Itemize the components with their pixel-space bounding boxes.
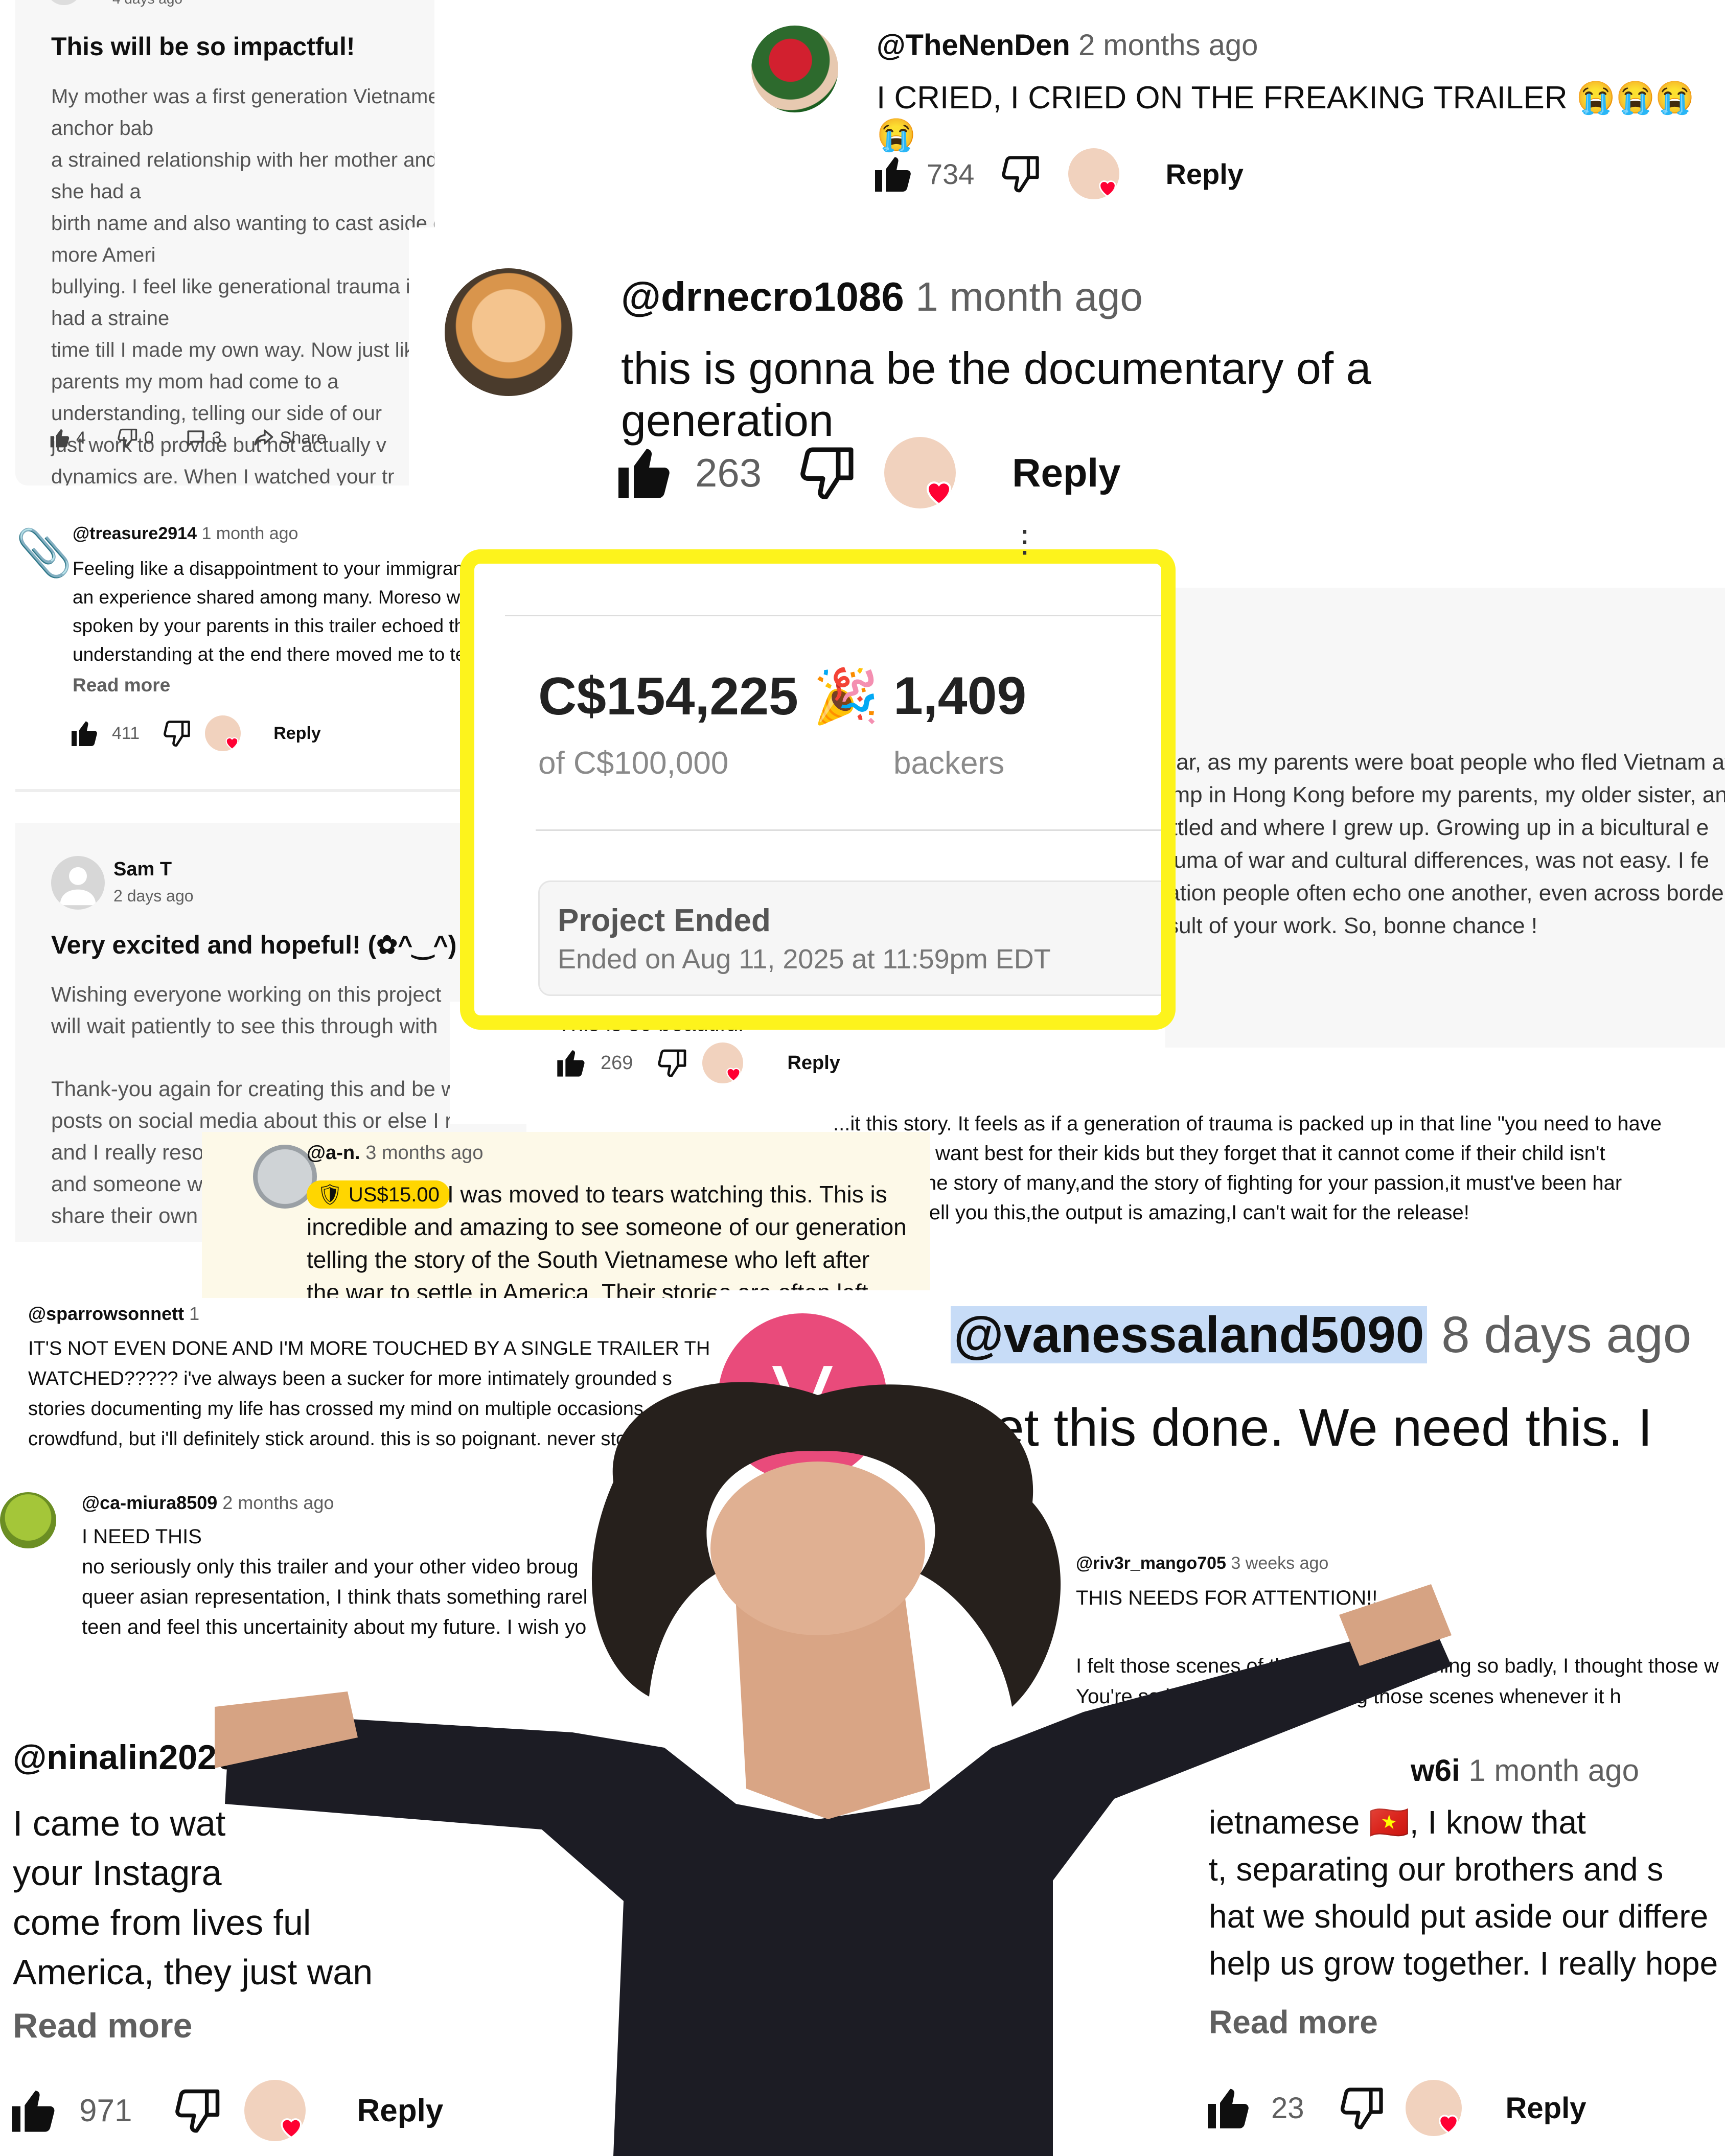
comment-author[interactable]: @ninalin2020 (13, 1737, 236, 1777)
heart-icon (1096, 176, 1119, 199)
like-count: 263 (695, 450, 762, 495)
comment-body: My mother was a first generation Vietnam… (51, 85, 434, 485)
comment-title: This will be so impactful! (51, 32, 355, 61)
thumbs-down-icon[interactable] (1000, 152, 1043, 195)
reply-button[interactable]: Reply (787, 1052, 840, 1074)
reply-button[interactable]: Reply (1012, 450, 1120, 496)
avatar (445, 268, 572, 396)
thumbs-down-icon (117, 427, 139, 449)
comment-card-trauma: ...it this story. It feels as if a gener… (797, 1104, 1725, 1247)
dislike-count: 0 (144, 428, 154, 448)
avatar (0, 1492, 56, 1548)
like-count: 4 (76, 428, 86, 448)
comment-title: Very excited and hopeful! (✿^‿^) (51, 931, 457, 959)
comment-time[interactable]: 8 days ago (1441, 1306, 1691, 1363)
share-label: Share (280, 428, 327, 448)
comment-time[interactable]: 1 (189, 1303, 199, 1324)
like-button[interactable]: 734 (871, 152, 974, 195)
creator-heart-avatar (702, 1042, 744, 1083)
comment-card-boat: milar, as my parents were boat people wh… (1124, 588, 1725, 1048)
paperclip-icon: 📎 (15, 528, 73, 579)
reply-button[interactable]: Reply (1165, 157, 1244, 191)
comment-author[interactable]: @a-n. (307, 1142, 360, 1164)
thumbs-up-icon (49, 427, 71, 449)
divider (505, 615, 1161, 616)
comment-author[interactable]: @ca-miura8509 (82, 1492, 217, 1513)
heart-icon (223, 734, 241, 751)
status-subtitle: Ended on Aug 11, 2025 at 11:59pm EDT (558, 944, 1051, 975)
share-icon (252, 427, 275, 449)
comment-time[interactable]: 1 month ago (915, 274, 1143, 319)
kickstarter-funding-panel: C$154,225 🎉 of C$100,000 1,409 backers P… (460, 549, 1176, 1030)
thumbs-up-icon[interactable] (555, 1047, 587, 1079)
comment-body: ...it this story. It feels as if a gener… (833, 1112, 1662, 1224)
thumbs-up-icon (613, 442, 675, 503)
comment-author[interactable]: @sparrowsonnett (28, 1303, 184, 1324)
like-count: 971 (79, 2093, 132, 2128)
comment-author[interactable]: @drnecro1086 (621, 274, 904, 319)
comment-time[interactable]: 1 month ago (201, 524, 298, 543)
creator-heart-avatar (884, 437, 956, 508)
comment-count: 3 (212, 428, 222, 448)
project-status-box: Project Ended Ended on Aug 11, 2025 at 1… (538, 880, 1161, 996)
creator-heart-avatar (205, 715, 241, 751)
comment-author[interactable]: @TheNenDen (877, 29, 1070, 62)
like-count: 411 (112, 723, 140, 743)
creator-heart-avatar (1068, 148, 1120, 199)
comment-body: milar, as my parents were boat people wh… (1147, 750, 1725, 938)
status-title: Project Ended (558, 903, 771, 938)
comment-card-drnecro: @drnecro1086 1 month ago this is gonna b… (409, 227, 1584, 534)
comment-time[interactable]: 1 month ago (1468, 1753, 1639, 1788)
comment-time[interactable]: 3 months ago (365, 1142, 483, 1164)
like-button[interactable]: 263 (613, 442, 762, 503)
thumbs-down-icon[interactable] (797, 442, 859, 503)
comment-card-thenenden: @TheNenDen 2 months ago I CRIED, I CRIED… (736, 0, 1725, 220)
comment-author[interactable]: @treasure2914 (73, 524, 197, 543)
heart-icon (724, 1064, 743, 1083)
like-button[interactable]: 4 (49, 427, 86, 449)
thumbs-down-icon[interactable] (162, 718, 193, 749)
avatar (751, 26, 838, 112)
funding-goal: of C$100,000 (538, 746, 729, 781)
comments-button[interactable]: 3 (185, 427, 222, 449)
comment-text: this is gonna be the documentary of a ge… (621, 343, 1371, 446)
like-count: 734 (927, 157, 975, 190)
reply-button[interactable]: Reply (273, 724, 321, 744)
more-options-icon[interactable]: ⋮ (1009, 526, 1040, 557)
user-icon (60, 867, 96, 906)
share-button[interactable]: Share (252, 427, 327, 449)
heart-icon (922, 475, 956, 508)
party-popper-icon: 🎉 (813, 667, 880, 726)
reply-button[interactable]: Reply (1506, 2091, 1586, 2125)
backer-count: 1,409 (893, 666, 1027, 726)
avatar (46, 0, 82, 5)
read-more-link[interactable]: Read more (13, 2006, 192, 2046)
comment-time[interactable]: 2 months ago (1078, 29, 1258, 62)
person-cutout (215, 1380, 1492, 2156)
pledged-amount: C$154,225 (538, 667, 798, 726)
divider (536, 829, 1161, 831)
comment-card-impactful: 4 days ago This will be so impactful! My… (15, 0, 434, 485)
backers-label: backers (893, 746, 1005, 781)
comment-body: I was moved to tears watching this. This… (307, 1181, 907, 1306)
comment-text: I CRIED, I CRIED ON THE FREAKING TRAILER… (877, 80, 1695, 153)
person-illustration (215, 1382, 1452, 2156)
thumbs-down-icon[interactable] (656, 1047, 689, 1079)
comment-author[interactable]: Sam T (113, 859, 172, 880)
comment-time: 2 days ago (113, 887, 194, 905)
dislike-button[interactable]: 0 (117, 427, 154, 449)
thumbs-up-icon (871, 152, 914, 195)
chat-bubble-icon (185, 427, 207, 449)
thumbs-up-icon[interactable] (69, 718, 100, 749)
avatar (51, 856, 105, 910)
comment-author[interactable]: @vanessaland5090 (951, 1306, 1428, 1363)
comment-time: 4 days ago (112, 0, 182, 7)
read-more-link[interactable]: Read more (73, 675, 170, 696)
like-count: 269 (601, 1052, 633, 1074)
thumbs-up-icon[interactable] (8, 2085, 59, 2136)
